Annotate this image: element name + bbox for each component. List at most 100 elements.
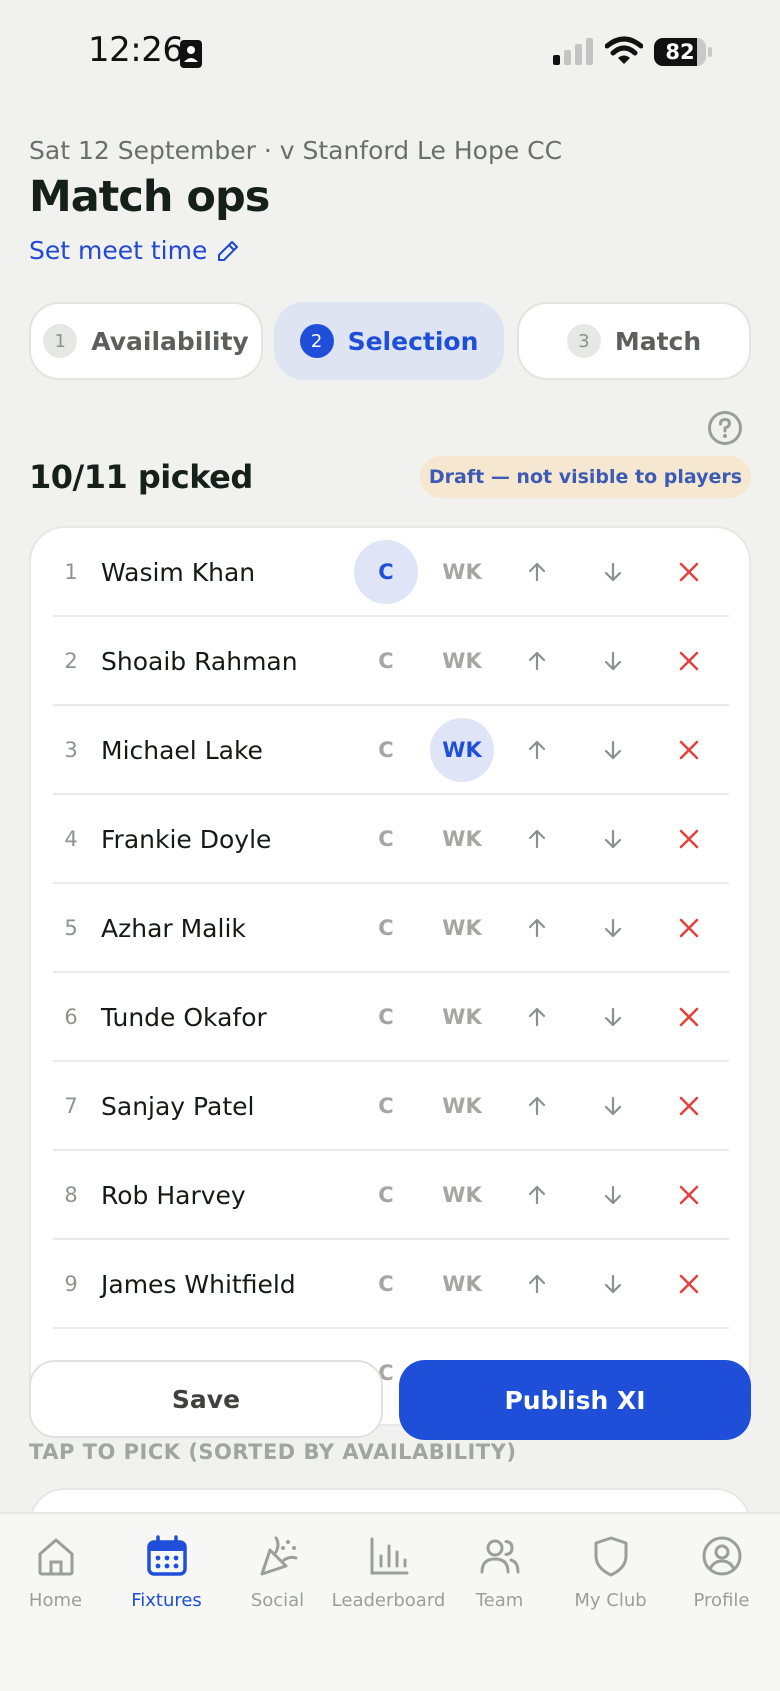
wicketkeeper-toggle[interactable]: WK — [430, 1074, 494, 1138]
nav-social[interactable]: Social — [222, 1534, 333, 1624]
captain-toggle[interactable]: C — [354, 1074, 418, 1138]
tab-match[interactable]: 3 Match — [517, 302, 751, 380]
tab-availability[interactable]: 1 Availability — [29, 302, 263, 380]
player-order-number: 3 — [64, 738, 78, 762]
wicketkeeper-toggle[interactable]: WK — [430, 807, 494, 871]
move-down-button[interactable] — [593, 997, 633, 1037]
captain-toggle[interactable]: C — [354, 896, 418, 960]
remove-player-button[interactable] — [669, 552, 709, 592]
set-meet-time-link[interactable]: Set meet time — [29, 236, 239, 265]
close-icon — [678, 1273, 700, 1295]
arrow-up-icon — [525, 827, 549, 851]
remove-player-button[interactable] — [669, 1175, 709, 1215]
player-order-number: 8 — [64, 1183, 78, 1207]
draft-status-badge: Draft — not visible to players — [420, 456, 751, 498]
nav-label: Team — [475, 1590, 524, 1611]
picked-count: 10/11 picked — [29, 458, 253, 496]
close-icon — [678, 1006, 700, 1028]
bottom-tab-bar: Home Fixtures Social Leaderboard Team My… — [0, 1512, 780, 1691]
arrow-down-icon — [601, 560, 625, 584]
move-up-button[interactable] — [517, 819, 557, 859]
move-down-button[interactable] — [593, 641, 633, 681]
player-row: 9 James Whitfield C WK — [53, 1240, 729, 1329]
move-down-button[interactable] — [593, 819, 633, 859]
player-row: 3 Michael Lake C WK — [53, 706, 729, 795]
player-order-number: 5 — [64, 916, 78, 940]
captain-toggle[interactable]: C — [354, 1163, 418, 1227]
captain-toggle[interactable]: C — [354, 807, 418, 871]
calendar-icon — [146, 1535, 187, 1576]
fixture-subtitle: Sat 12 September · v Stanford Le Hope CC — [29, 136, 563, 165]
wicketkeeper-toggle[interactable]: WK — [430, 985, 494, 1049]
nav-home[interactable]: Home — [0, 1534, 111, 1624]
users-icon — [480, 1539, 519, 1574]
wicketkeeper-toggle[interactable]: WK — [430, 1252, 494, 1316]
player-order-number: 7 — [64, 1094, 78, 1118]
battery-level-text: 82 — [665, 40, 695, 64]
nav-leaderboard[interactable]: Leaderboard — [331, 1534, 446, 1624]
captain-toggle[interactable]: C — [354, 718, 418, 782]
selected-players-list: 1 Wasim Khan C WK 2 Shoaib Rahman C WK 3 Michael … — [29, 526, 751, 1426]
nav-team[interactable]: Team — [444, 1534, 555, 1624]
help-icon[interactable] — [707, 410, 743, 446]
captain-toggle[interactable]: C — [354, 629, 418, 693]
pencil-icon — [218, 240, 239, 261]
move-down-button[interactable] — [593, 552, 633, 592]
nav-label: Profile — [693, 1590, 750, 1611]
captain-toggle[interactable]: C — [354, 540, 418, 604]
nav-my-club[interactable]: My Club — [555, 1534, 666, 1624]
arrow-down-icon — [601, 1005, 625, 1029]
nav-label: Leaderboard — [331, 1590, 446, 1611]
move-up-button[interactable] — [517, 730, 557, 770]
step-tabs: 1 Availability 2 Selection 3 Match — [29, 302, 751, 382]
nav-profile[interactable]: Profile — [666, 1534, 777, 1624]
move-up-button[interactable] — [517, 1264, 557, 1304]
arrow-up-icon — [525, 916, 549, 940]
remove-player-button[interactable] — [669, 819, 709, 859]
move-down-button[interactable] — [593, 1086, 633, 1126]
status-time: 12:26 — [88, 30, 184, 70]
arrow-down-icon — [601, 827, 625, 851]
move-down-button[interactable] — [593, 730, 633, 770]
player-row: 6 Tunde Okafor C WK — [53, 973, 729, 1062]
move-down-button[interactable] — [593, 908, 633, 948]
remove-player-button[interactable] — [669, 730, 709, 770]
move-up-button[interactable] — [517, 1086, 557, 1126]
move-up-button[interactable] — [517, 908, 557, 948]
move-down-button[interactable] — [593, 1175, 633, 1215]
captain-toggle[interactable]: C — [354, 1252, 418, 1316]
wicketkeeper-toggle[interactable]: WK — [430, 540, 494, 604]
player-row: 2 Shoaib Rahman C WK — [53, 617, 729, 706]
tab-label: Availability — [91, 326, 249, 356]
move-up-button[interactable] — [517, 641, 557, 681]
player-name: Frankie Doyle — [101, 825, 272, 854]
wicketkeeper-toggle[interactable]: WK — [430, 718, 494, 782]
player-name: Wasim Khan — [101, 558, 256, 587]
tab-number: 3 — [566, 324, 601, 358]
home-icon — [38, 1538, 73, 1576]
remove-player-button[interactable] — [669, 641, 709, 681]
tab-selection[interactable]: 2 Selection — [274, 302, 504, 380]
move-up-button[interactable] — [517, 552, 557, 592]
remove-player-button[interactable] — [669, 1086, 709, 1126]
player-name: James Whitfield — [101, 1270, 296, 1299]
player-order-number: 2 — [64, 649, 78, 673]
nav-fixtures[interactable]: Fixtures — [111, 1534, 222, 1624]
remove-player-button[interactable] — [669, 1264, 709, 1304]
publish-xi-button[interactable]: Publish XI — [399, 1360, 751, 1440]
captain-toggle[interactable]: C — [354, 985, 418, 1049]
wicketkeeper-toggle[interactable]: WK — [430, 1163, 494, 1227]
remove-player-button[interactable] — [669, 997, 709, 1037]
player-name: Tunde Okafor — [101, 1003, 267, 1032]
wicketkeeper-toggle[interactable]: WK — [430, 629, 494, 693]
wicketkeeper-toggle[interactable]: WK — [430, 896, 494, 960]
close-icon — [678, 561, 700, 583]
move-down-button[interactable] — [593, 1264, 633, 1304]
move-up-button[interactable] — [517, 1175, 557, 1215]
player-row: 4 Frankie Doyle C WK — [53, 795, 729, 884]
save-button[interactable]: Save — [29, 1360, 383, 1438]
player-order-number: 4 — [64, 827, 78, 851]
player-row: 7 Sanjay Patel C WK — [53, 1062, 729, 1151]
move-up-button[interactable] — [517, 997, 557, 1037]
remove-player-button[interactable] — [669, 908, 709, 948]
